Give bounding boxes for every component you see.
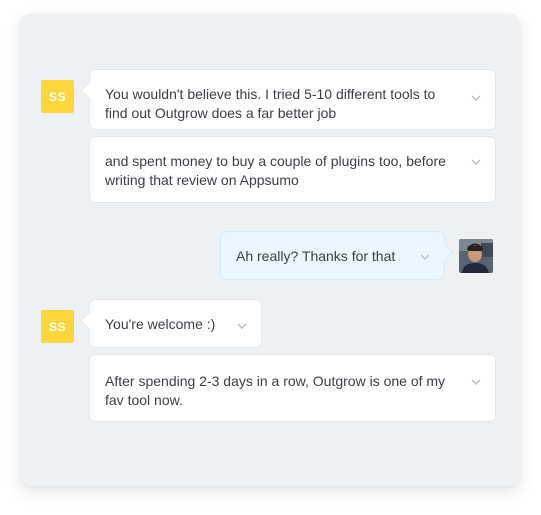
my-message-bubble[interactable]: Ah really? Thanks for that — [220, 231, 445, 280]
message-bubble[interactable]: and spent money to buy a couple of plugi… — [89, 136, 496, 203]
message-bubble[interactable]: You're welcome :) — [89, 299, 262, 348]
sender-avatar-ss: SS — [41, 310, 74, 343]
chevron-down-icon[interactable] — [471, 379, 481, 385]
message-text: Ah really? Thanks for that — [236, 248, 396, 264]
avatar-initials: SS — [48, 89, 66, 104]
chevron-down-icon[interactable] — [420, 254, 430, 260]
chevron-down-icon[interactable] — [471, 95, 481, 101]
message-text: You wouldn't believe this. I tried 5-10 … — [105, 86, 436, 121]
user-photo-icon — [459, 239, 493, 273]
message-bubble[interactable]: You wouldn't believe this. I tried 5-10 … — [89, 69, 496, 130]
message-bubble[interactable]: After spending 2-3 days in a row, Outgro… — [89, 354, 496, 422]
chevron-down-icon[interactable] — [471, 159, 481, 165]
sender-avatar-ss: SS — [41, 80, 74, 113]
message-text: After spending 2-3 days in a row, Outgro… — [105, 373, 446, 408]
chevron-down-icon[interactable] — [237, 323, 247, 329]
message-text: and spent money to buy a couple of plugi… — [105, 153, 446, 188]
avatar-initials: SS — [48, 319, 66, 334]
message-text: You're welcome :) — [105, 316, 216, 332]
